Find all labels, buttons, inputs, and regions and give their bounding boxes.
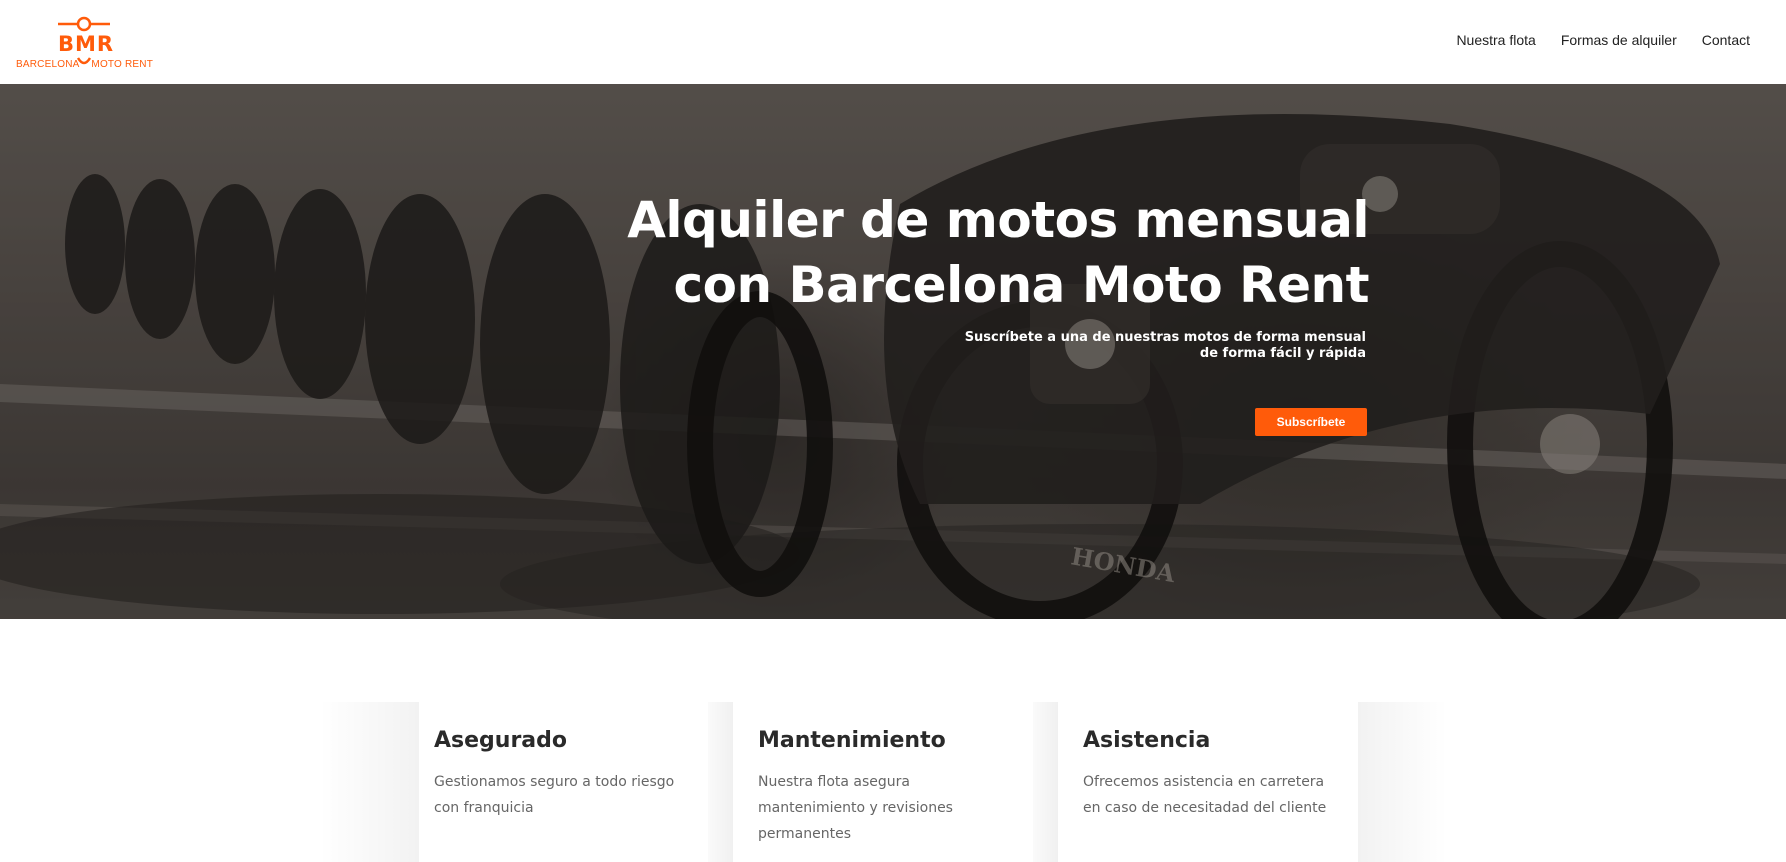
feature-card-asegurado: Asegurado Gestionamos seguro a todo ries…	[319, 702, 709, 862]
features-section: Asegurado Gestionamos seguro a todo ries…	[0, 619, 1786, 862]
main-nav: Nuestra flota Formas de alquiler Contact	[1456, 32, 1750, 48]
hero-subtitle-line-2: de forma fácil y rápida	[1199, 346, 1366, 361]
feature-card-mantenimiento: Mantenimiento Nuestra flota asegura mant…	[708, 702, 1033, 862]
card-shadow	[1358, 702, 1448, 862]
hero-subtitle-line-1: Suscríbete a una de nuestras motos de fo…	[964, 330, 1366, 345]
card-shadow	[319, 702, 419, 862]
feature-card-asistencia: Asistencia Ofrecemos asistencia en carre…	[1033, 702, 1448, 862]
feature-title: Mantenimiento	[758, 728, 946, 753]
nav-item-formas-de-alquiler[interactable]: Formas de alquiler	[1561, 32, 1677, 48]
nav-item-nuestra-flota[interactable]: Nuestra flota	[1456, 32, 1535, 48]
card-shadow	[708, 702, 733, 862]
feature-title: Asegurado	[434, 728, 568, 753]
hero-subtitle: Suscríbete a una de nuestras motos de fo…	[946, 330, 1366, 362]
logo-mark-text: BMR	[58, 32, 115, 56]
hero-title-line-1: Alquiler de motos mensual	[627, 191, 1369, 249]
hero-title: Alquiler de motos mensual con Barcelona …	[549, 188, 1369, 318]
card-shadow	[1033, 702, 1058, 862]
logo-name: BARCELONA MOTO RENT	[16, 59, 153, 70]
feature-text: Nuestra flota asegura mantenimiento y re…	[758, 774, 953, 842]
subscribe-button[interactable]: Subscríbete	[1255, 408, 1367, 436]
hero-banner: HONDA Alquiler de motos mensual con Barc…	[0, 84, 1786, 619]
feature-text: Ofrecemos asistencia en carretera en cas…	[1083, 774, 1327, 816]
hero-title-line-2: con Barcelona Moto Rent	[673, 256, 1370, 314]
logo-name-left: BARCELONA	[16, 59, 80, 70]
hero-overlay	[0, 84, 1786, 619]
nav-item-contact[interactable]: Contact	[1702, 32, 1750, 48]
bmr-logo[interactable]: BMR BARCELONA MOTO RENT	[14, 14, 154, 72]
feature-title: Asistencia	[1083, 728, 1211, 753]
site-header: BMR BARCELONA MOTO RENT Nuestra flota Fo…	[0, 0, 1786, 84]
logo-name-right: MOTO RENT	[91, 59, 154, 70]
feature-text: Gestionamos seguro a todo riesgo con fra…	[434, 774, 675, 816]
